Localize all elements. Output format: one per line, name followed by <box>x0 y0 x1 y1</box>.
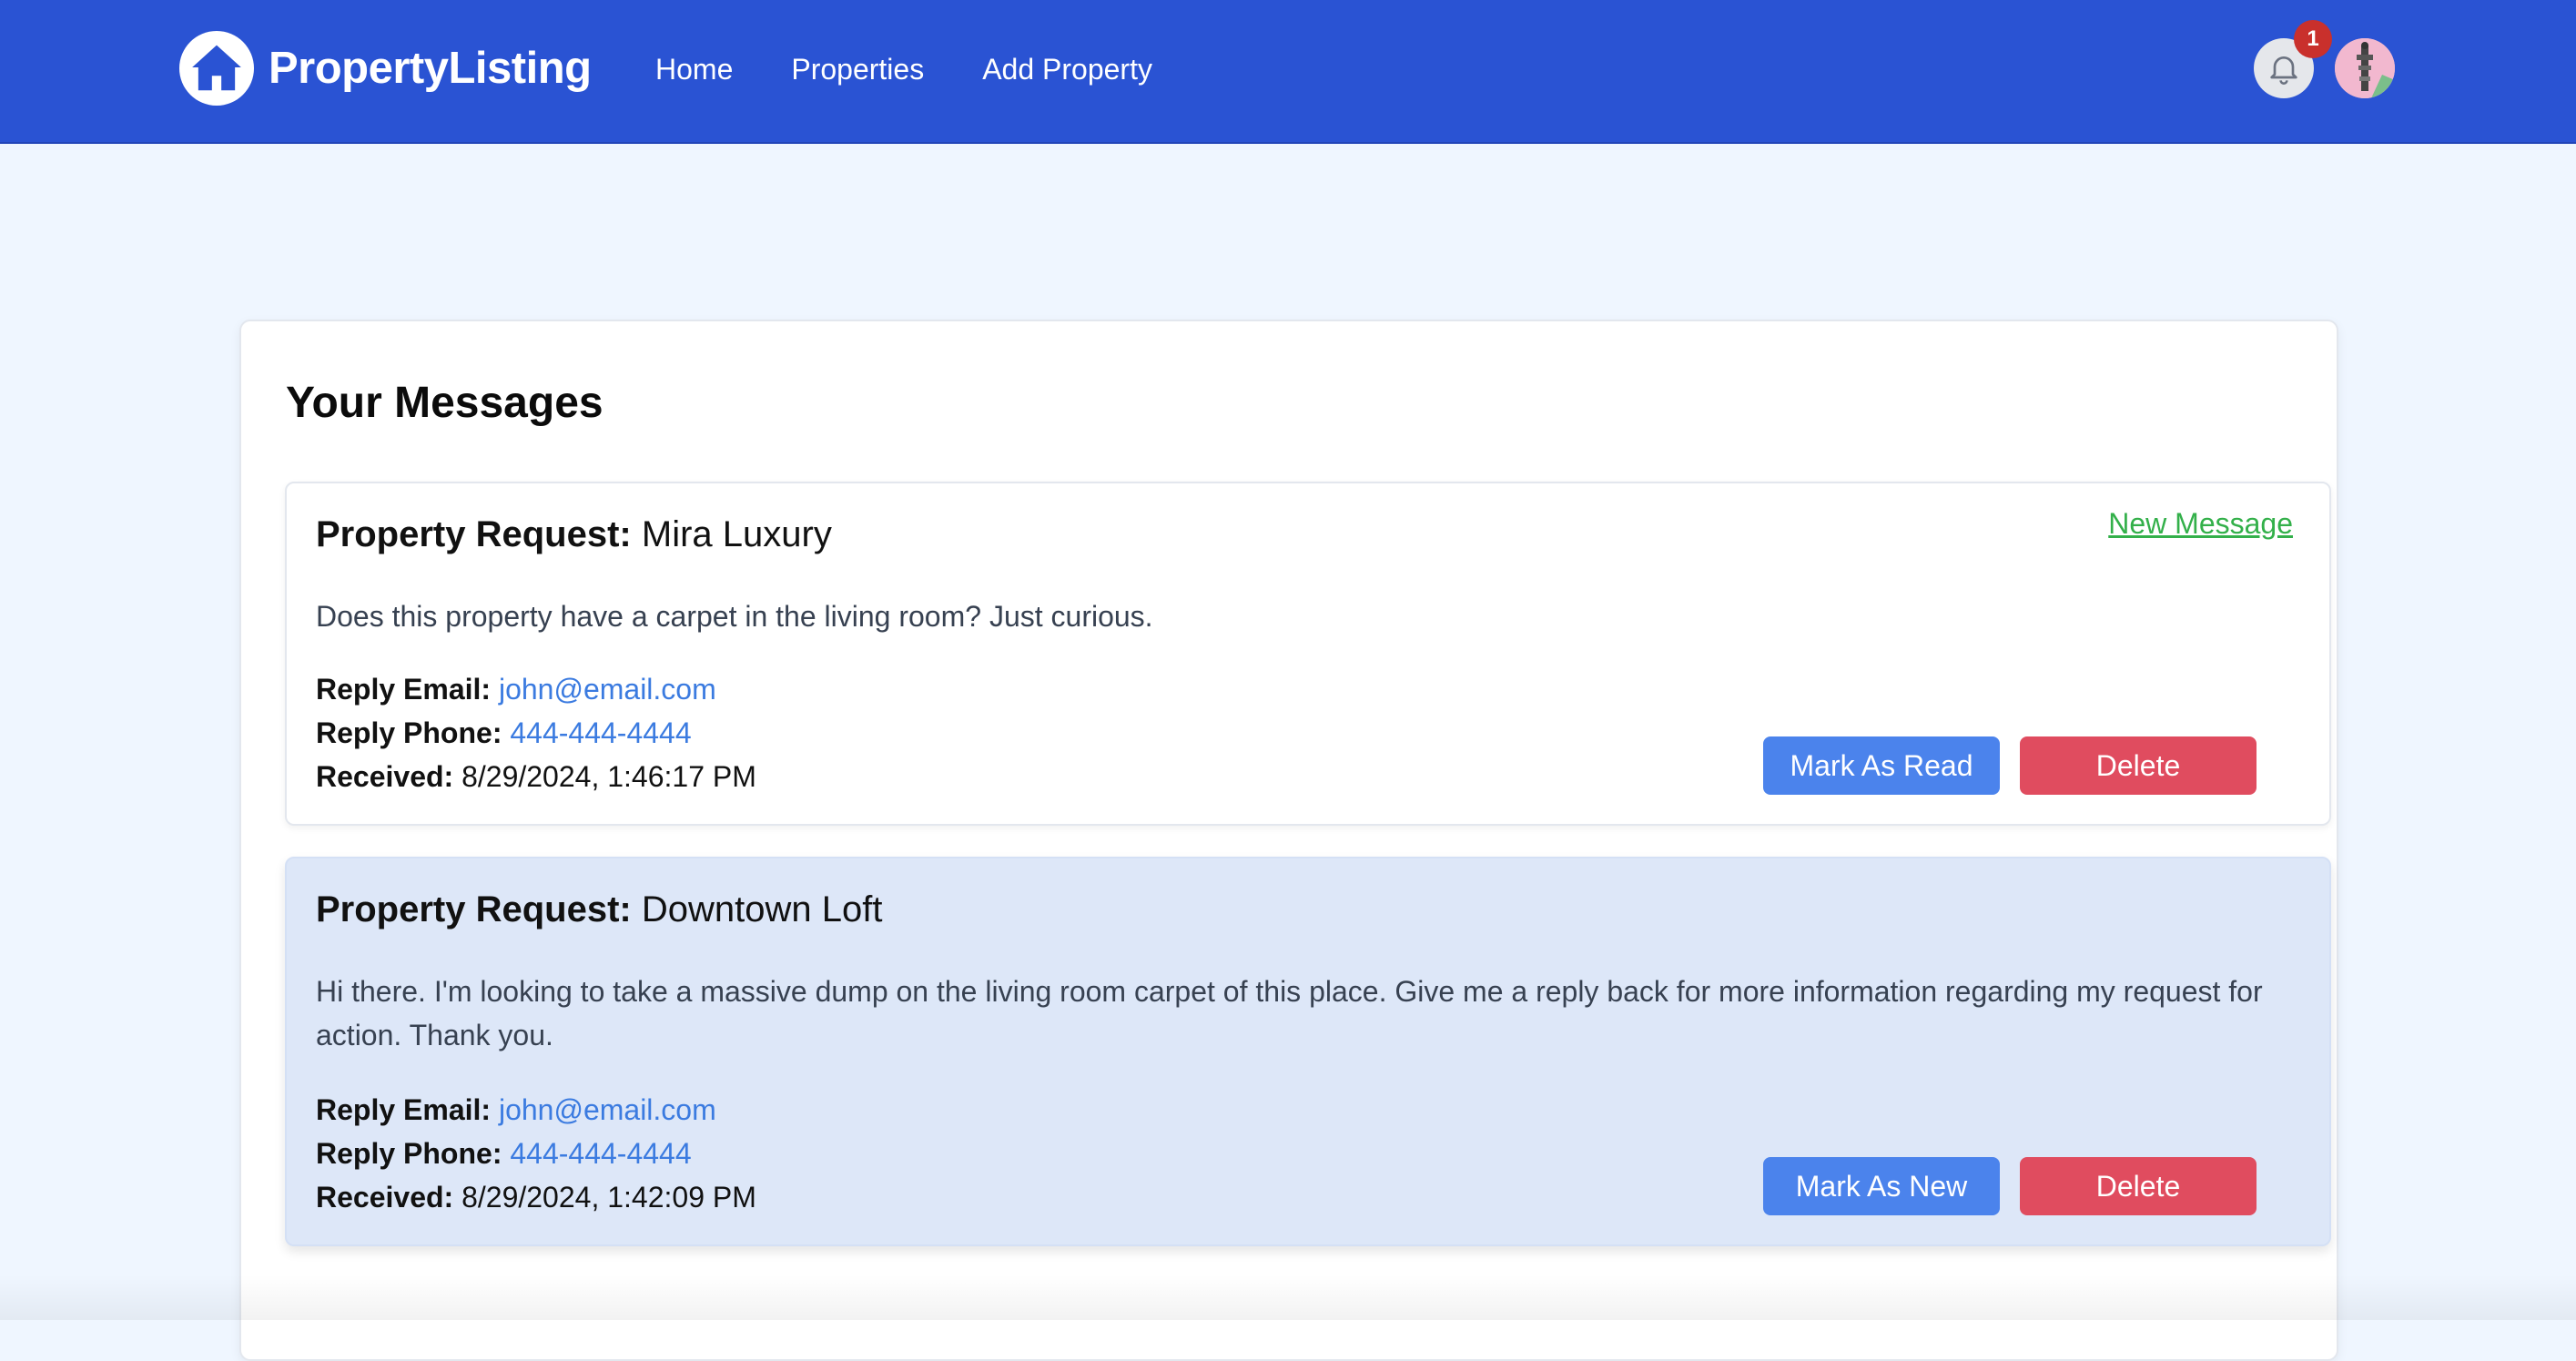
message-card: Property Request: Mira Luxury New Messag… <box>285 482 2331 826</box>
reply-phone-label: Reply Phone: <box>316 1137 502 1170</box>
mark-as-new-button[interactable]: Mark As New <box>1763 1157 2000 1215</box>
notification-count-badge: 1 <box>2294 20 2332 58</box>
reply-phone-link[interactable]: 444-444-4444 <box>510 1137 691 1170</box>
message-property-name: Downtown Loft <box>641 889 883 929</box>
page-title: Your Messages <box>286 379 603 427</box>
message-card: Property Request: Downtown Loft Hi there… <box>285 857 2331 1246</box>
received-timestamp: 8/29/2024, 1:42:09 PM <box>461 1181 756 1214</box>
received-label: Received: <box>316 1181 454 1214</box>
message-title: Property Request: Downtown Loft <box>316 889 882 930</box>
message-property-name: Mira Luxury <box>641 514 832 554</box>
message-title: Property Request: Mira Luxury <box>316 514 832 555</box>
nav-add-property-link[interactable]: Add Property <box>982 47 1152 91</box>
reply-phone-link[interactable]: 444-444-4444 <box>510 716 691 749</box>
message-contact-info: Reply Email: john@email.com Reply Phone:… <box>316 1088 756 1219</box>
delete-button[interactable]: Delete <box>2020 736 2257 795</box>
reply-email-label: Reply Email: <box>316 673 492 706</box>
received-label: Received: <box>316 760 454 793</box>
home-icon <box>179 31 254 106</box>
message-contact-info: Reply Email: john@email.com Reply Phone:… <box>316 667 756 798</box>
bell-icon <box>2270 56 2297 85</box>
reply-email-link[interactable]: john@email.com <box>499 673 716 706</box>
message-title-label: Property Request: <box>316 514 632 554</box>
mark-as-read-button[interactable]: Mark As Read <box>1763 736 2000 795</box>
received-timestamp: 8/29/2024, 1:46:17 PM <box>461 760 756 793</box>
message-title-label: Property Request: <box>316 889 632 929</box>
reply-email-label: Reply Email: <box>316 1093 492 1126</box>
message-body: Does this property have a carpet in the … <box>316 600 1153 633</box>
user-avatar[interactable] <box>2335 38 2395 98</box>
message-body: Hi there. I'm looking to take a massive … <box>316 975 2263 1051</box>
main-nav: Home Properties Add Property <box>655 47 1211 91</box>
nav-properties-link[interactable]: Properties <box>791 47 924 91</box>
top-navbar: PropertyListing Home Properties Add Prop… <box>0 0 2576 144</box>
messages-card: Your Messages Property Request: Mira Lux… <box>239 320 2338 1361</box>
delete-button[interactable]: Delete <box>2020 1157 2257 1215</box>
brand-name: PropertyListing <box>269 44 592 93</box>
new-message-link[interactable]: New Message <box>2108 507 2293 541</box>
brand-home-link[interactable]: PropertyListing <box>179 31 592 106</box>
reply-email-link[interactable]: john@email.com <box>499 1093 716 1126</box>
nav-home-link[interactable]: Home <box>655 47 733 91</box>
reply-phone-label: Reply Phone: <box>316 716 502 749</box>
